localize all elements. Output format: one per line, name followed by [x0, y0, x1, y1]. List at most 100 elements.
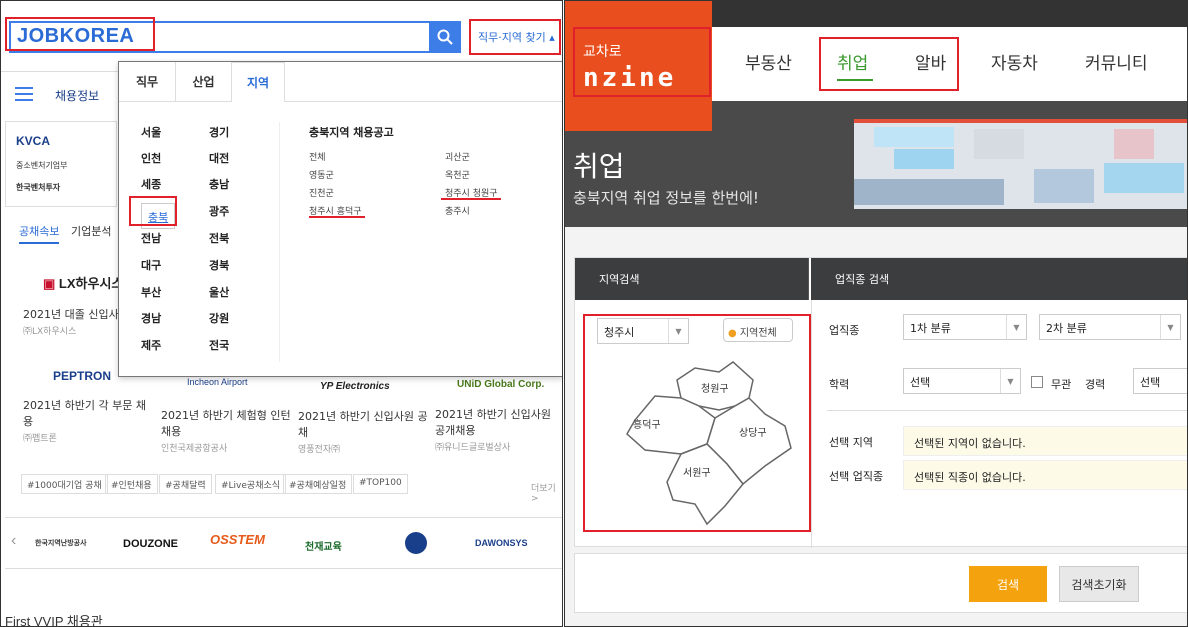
- sme-logo: 중소벤처기업부: [16, 161, 68, 170]
- listing-card[interactable]: YP Electronics 2021년 하반기 신입사원 공채 영풍전자㈜: [298, 381, 428, 455]
- search-button[interactable]: [429, 21, 461, 53]
- tag-link[interactable]: #TOP100: [353, 474, 408, 494]
- region-sejong[interactable]: 세종: [141, 176, 161, 192]
- tag-link[interactable]: #인턴채용: [105, 474, 158, 494]
- edu-select[interactable]: 선택 ▼: [903, 368, 1021, 394]
- tab-news[interactable]: 공채속보: [19, 225, 60, 244]
- tab-region[interactable]: 지역: [231, 62, 285, 102]
- region-jeonbuk[interactable]: 전북: [209, 230, 229, 246]
- news-tabs: 공채속보 기업분석: [19, 223, 111, 244]
- search-submit-button[interactable]: 검색: [969, 566, 1047, 602]
- tab-industry[interactable]: 산업: [175, 62, 231, 102]
- region-chungnam[interactable]: 충남: [209, 176, 229, 192]
- divider: [811, 300, 812, 548]
- partner-logo[interactable]: OSSTEM: [210, 532, 265, 547]
- category2-value: 2차 분류: [1046, 322, 1087, 335]
- listing-card[interactable]: UNiD Global Corp. 2021년 하반기 신입사원 공개채용 ㈜유…: [435, 379, 561, 453]
- tag-link[interactable]: #공채달력: [159, 474, 212, 494]
- hero-subtitle: 충북지역 취업 정보를 한번에!: [573, 189, 759, 207]
- city-chungju[interactable]: 충주시: [445, 204, 470, 217]
- search-icon: [437, 29, 453, 45]
- region-gyeongbuk[interactable]: 경북: [209, 257, 229, 273]
- chevron-down-icon: ▼: [1000, 369, 1020, 393]
- region-dropdown: 직무 산업 지역 서울 인천 세종 충북 전남 대구 부산 경남 제주 경기 대…: [118, 61, 562, 377]
- city-goesan[interactable]: 괴산군: [445, 150, 470, 163]
- vvip-section-title: First VVIP 채용관: [5, 614, 103, 627]
- region-gyeongnam[interactable]: 경남: [141, 310, 161, 326]
- region-jeonnam[interactable]: 전남: [141, 230, 161, 246]
- city-all[interactable]: 전체: [309, 150, 326, 163]
- tag-link[interactable]: #Live공채소식: [215, 474, 287, 494]
- city-yeongdong[interactable]: 영동군: [309, 168, 334, 181]
- region-subtitle: 충북지역 채용공고: [309, 126, 394, 139]
- edu-value: 선택: [910, 376, 931, 389]
- button-bar: 검색 검색초기화: [574, 553, 1187, 613]
- region-ulsan[interactable]: 울산: [209, 284, 229, 300]
- category1-select[interactable]: 1차 분류 ▼: [903, 314, 1027, 340]
- nav-job-info[interactable]: 채용정보: [55, 87, 99, 104]
- divider: [279, 122, 280, 362]
- selected-region-label: 선택 지역: [829, 436, 873, 449]
- chevron-down-icon: ▼: [1160, 315, 1180, 339]
- region-gwangju[interactable]: 광주: [209, 203, 229, 219]
- job-label: 업직종: [829, 324, 860, 337]
- underline-heungdeok: [309, 216, 365, 218]
- partner-logo[interactable]: DOUZONE: [123, 538, 178, 550]
- career-value: 선택: [1140, 376, 1161, 389]
- region-daegu[interactable]: 대구: [141, 257, 161, 273]
- listing-card[interactable]: 2021년 대졸 신입사원 수시채용 ㈜LX하우시스: [23, 306, 118, 337]
- tab-company-analysis[interactable]: 기업분석: [71, 225, 111, 238]
- career-label: 경력: [1085, 378, 1106, 391]
- blurred-banner-image: [854, 119, 1187, 209]
- nzine-panel: 부동산 취업 알바 자동차 커뮤니티 취업 충북지역 취업 정보를 한번에! 교…: [564, 0, 1188, 627]
- region-daejeon[interactable]: 대전: [209, 150, 229, 166]
- listing-title: 2021년 하반기 각 부문 채용: [23, 399, 146, 428]
- region-incheon[interactable]: 인천: [141, 150, 161, 166]
- underline-cheongwon: [441, 198, 501, 200]
- nav-cars[interactable]: 자동차: [991, 49, 1038, 74]
- listing-card[interactable]: Incheon Airport 2021년 하반기 체험형 인턴 채용 인천국제…: [161, 377, 293, 454]
- highlight-brand: [573, 27, 711, 97]
- highlight-job-area: [469, 19, 561, 55]
- listing-company: ㈜펩트론: [23, 434, 57, 444]
- city-okcheon[interactable]: 옥천군: [445, 168, 470, 181]
- kvic-logo: 한국벤처투자: [16, 183, 61, 192]
- listing-company: ㈜LX하우시스: [23, 327, 77, 337]
- listing-card[interactable]: PEPTRON 2021년 하반기 각 부문 채용 ㈜펩트론: [23, 369, 153, 444]
- nav-realestate[interactable]: 부동산: [745, 49, 792, 74]
- partner-logo[interactable]: 한국지역난방공사: [35, 538, 87, 548]
- region-jeju[interactable]: 제주: [141, 337, 161, 353]
- region-seoul[interactable]: 서울: [141, 124, 161, 140]
- partner-logo[interactable]: [405, 532, 427, 554]
- nav-community[interactable]: 커뮤니티: [1085, 49, 1148, 74]
- city-jincheon[interactable]: 진천군: [309, 186, 334, 199]
- region-busan[interactable]: 부산: [141, 284, 161, 300]
- category1-value: 1차 분류: [910, 322, 951, 335]
- more-link[interactable]: 더보기 >: [531, 481, 562, 504]
- category2-select[interactable]: 2차 분류 ▼: [1039, 314, 1181, 340]
- region-nationwide[interactable]: 전국: [209, 337, 229, 353]
- listing-company: ㈜유니드글로벌상사: [435, 443, 511, 453]
- tab-job[interactable]: 직무: [119, 62, 175, 102]
- career-select[interactable]: 선택: [1133, 368, 1187, 394]
- job-search-form: 지역검색 업직종 검색 청주시 ▼ ● 지역전체 청원구 흥덕구 상당구 서원구 …: [574, 257, 1187, 548]
- tag-link[interactable]: #1000대기업 공채: [21, 474, 108, 494]
- region-gyeonggi[interactable]: 경기: [209, 124, 229, 140]
- career-any-label: 무관: [1051, 378, 1072, 391]
- incheon-airport-logo: Incheon Airport: [187, 377, 248, 387]
- partner-logo[interactable]: DAWONSYS: [475, 538, 528, 548]
- region-gangwon[interactable]: 강원: [209, 310, 229, 326]
- partner-logo[interactable]: 천재교육: [305, 538, 342, 553]
- unid-logo: UNiD Global Corp.: [457, 379, 545, 390]
- tag-link[interactable]: #공채예상일정: [283, 474, 353, 494]
- partner-logos-banner[interactable]: KVCA 중소벤처기업부 한국벤처투자: [5, 121, 117, 207]
- job-search-header: 업직종 검색: [811, 258, 1187, 300]
- listing-title: 2021년 하반기 신입사원 공채: [298, 410, 428, 439]
- menu-icon[interactable]: [15, 87, 33, 105]
- career-any-checkbox[interactable]: [1031, 376, 1043, 388]
- chevron-down-icon: ▼: [1006, 315, 1026, 339]
- kvca-logo: KVCA: [16, 134, 51, 148]
- listing-title: 2021년 하반기 신입사원 공개채용: [435, 408, 551, 437]
- reset-button[interactable]: 검색초기화: [1059, 566, 1139, 602]
- chevron-left-icon[interactable]: ‹: [11, 532, 16, 550]
